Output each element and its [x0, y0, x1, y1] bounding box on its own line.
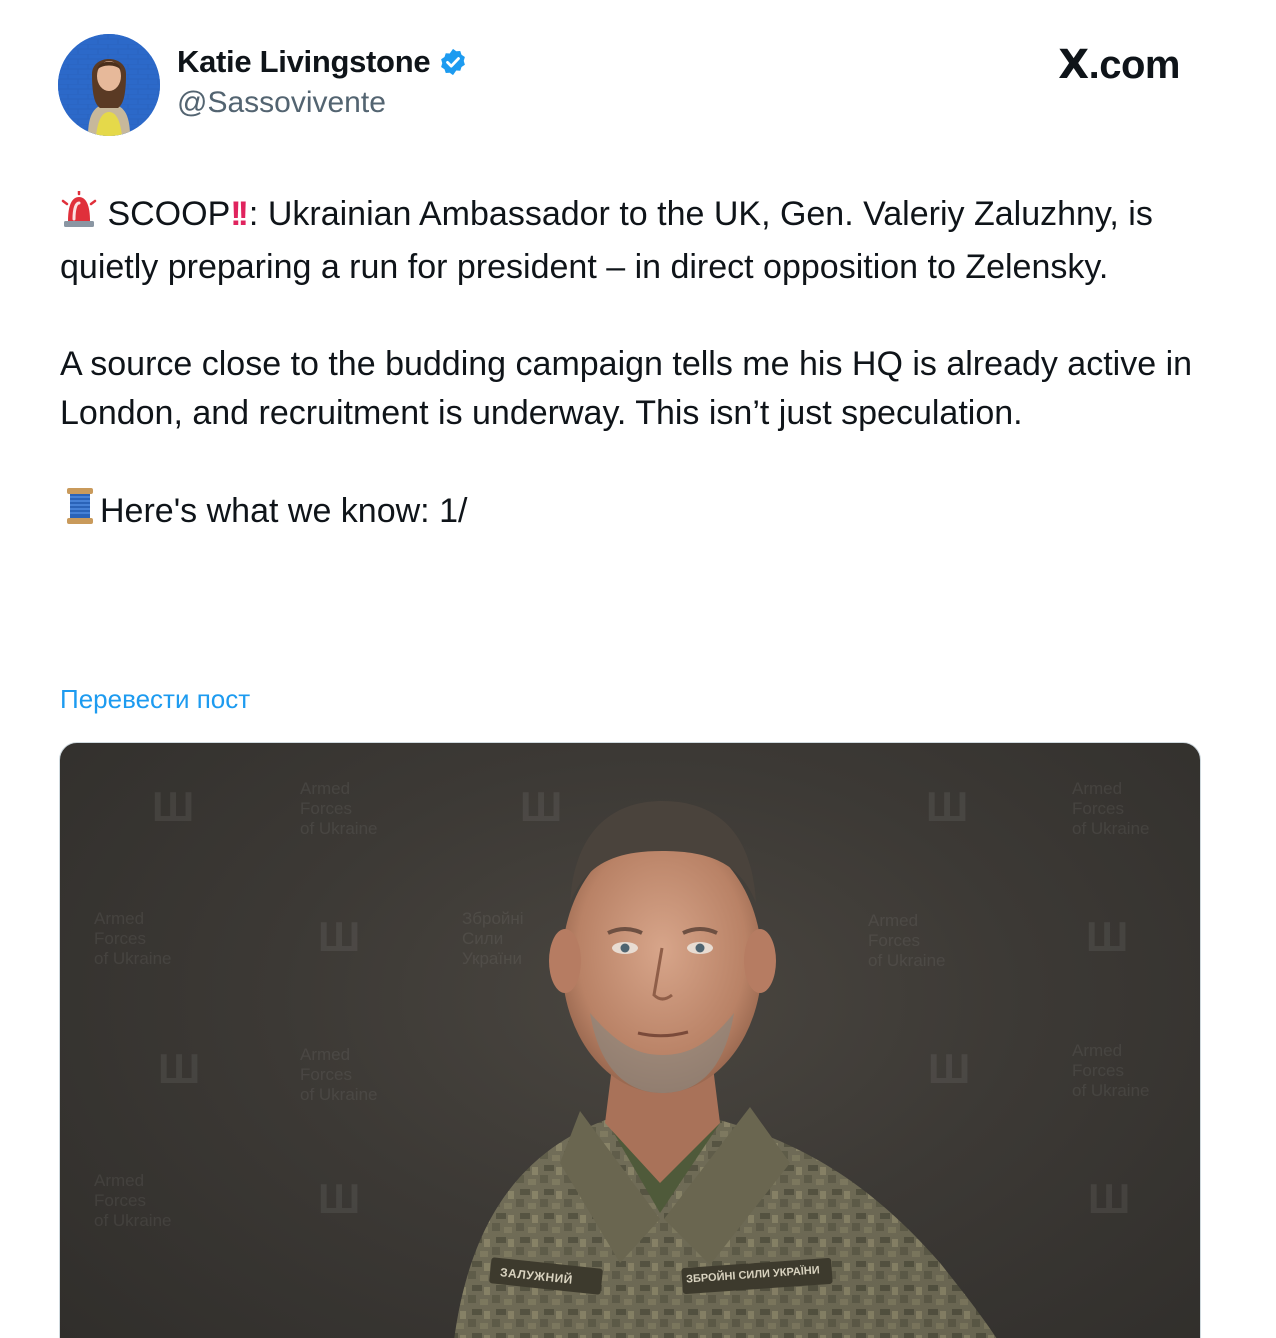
- author-name[interactable]: Katie Livingstone: [177, 44, 431, 80]
- siren-icon: [60, 189, 98, 243]
- spool-of-thread-icon: [60, 486, 100, 540]
- tweet-paragraph-1: SCOOP!!: Ukrainian Ambassador to the UK,…: [60, 189, 1210, 292]
- double-exclamation-icon: !!: [230, 195, 249, 233]
- scoop-label: SCOOP: [107, 195, 231, 233]
- author-handle[interactable]: @Sassovivente: [177, 86, 386, 120]
- tweet-text: SCOOP!!: Ukrainian Ambassador to the UK,…: [60, 189, 1210, 540]
- verified-badge-icon: [438, 47, 468, 77]
- tweet-media-image[interactable]: Ш Armed Forces of Ukraine Ш Ш Armed Forces o…: [59, 742, 1201, 1338]
- portrait-figure: [454, 801, 997, 1338]
- paragraph-3-text: Here's what we know: 1/: [100, 492, 468, 530]
- author-name-row[interactable]: Katie Livingstone: [177, 44, 468, 80]
- avatar[interactable]: [58, 34, 160, 136]
- tweet-card: Katie Livingstone @Sassovivente X.com SC…: [0, 0, 1276, 1338]
- x-logo: X.com: [1058, 42, 1180, 88]
- tweet-paragraph-2: A source close to the budding campaign t…: [60, 345, 1193, 432]
- translate-post-link[interactable]: Перевести пост: [60, 684, 250, 715]
- tweet-paragraph-3: Here's what we know: 1/: [60, 486, 1210, 540]
- avatar-photo: [58, 34, 160, 136]
